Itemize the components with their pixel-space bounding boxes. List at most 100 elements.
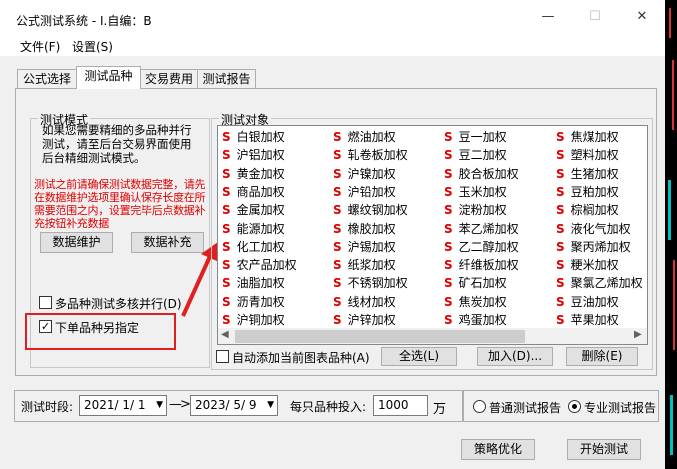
list-item-label: 沥青加权 xyxy=(236,294,285,309)
menu-bar: 文件(F) 设置(S) xyxy=(0,36,665,56)
list-item-label: 黄金加权 xyxy=(236,166,285,181)
list-item[interactable]: S 玉米加权 xyxy=(444,183,507,202)
annotation-highlight-box xyxy=(25,313,176,350)
menu-settings[interactable]: 设置(S) xyxy=(72,38,113,55)
list-item[interactable]: S 豆二加权 xyxy=(444,146,507,165)
chart-strip xyxy=(665,0,677,469)
add-button[interactable]: 加入(D)... xyxy=(477,347,553,366)
list-item[interactable]: S 苯乙烯加权 xyxy=(444,220,519,239)
list-item[interactable]: S 聚氯乙烯加权 xyxy=(556,274,643,293)
tab-formula-select[interactable]: 公式选择 xyxy=(17,69,77,88)
stock-type-badge: S xyxy=(556,221,565,236)
stock-type-badge: S xyxy=(556,313,565,327)
list-item[interactable]: S 沪铅加权 xyxy=(333,183,396,202)
list-item[interactable]: S 螺纹钢加权 xyxy=(333,201,408,220)
scroll-right-icon[interactable]: ▶ xyxy=(634,329,642,340)
list-item[interactable]: S 沪镍加权 xyxy=(333,165,396,184)
invest-amount-input[interactable]: 1000 xyxy=(373,395,428,416)
list-item[interactable]: S 化工加权 xyxy=(222,238,285,257)
auto-add-checkbox[interactable] xyxy=(216,350,229,363)
list-item[interactable]: S 商品加权 xyxy=(222,183,285,202)
list-item[interactable]: S 白银加权 xyxy=(222,128,285,147)
list-item[interactable]: S 焦炭加权 xyxy=(444,293,507,312)
list-item[interactable]: S 豆粕加权 xyxy=(556,183,619,202)
list-item[interactable]: S 塑料加权 xyxy=(556,146,619,165)
period-label: 测试时段: xyxy=(21,400,74,414)
pro-report-radio[interactable] xyxy=(568,400,581,413)
normal-report-radio[interactable] xyxy=(473,400,486,413)
list-item[interactable]: S 棕榈加权 xyxy=(556,201,619,220)
list-item[interactable]: S 粳米加权 xyxy=(556,256,619,275)
list-item-label: 淀粉加权 xyxy=(458,203,507,218)
list-item[interactable]: S 胶合板加权 xyxy=(444,165,519,184)
select-all-button[interactable]: 全选(L) xyxy=(381,347,457,366)
list-item[interactable]: S 油脂加权 xyxy=(222,274,285,293)
list-item[interactable]: S 沪铝加权 xyxy=(222,146,285,165)
menu-file[interactable]: 文件(F) xyxy=(20,38,60,55)
list-item-label: 白银加权 xyxy=(236,130,285,144)
tab-test-report[interactable]: 测试报告 xyxy=(197,69,256,88)
list-item[interactable]: S 生猪加权 xyxy=(556,165,619,184)
list-item[interactable]: S 纸浆加权 xyxy=(333,256,396,275)
list-item[interactable]: S 沥青加权 xyxy=(222,293,285,312)
end-date-picker[interactable]: 2023/ 5/ 9 ▼ xyxy=(190,395,278,416)
stock-type-badge: S xyxy=(333,166,342,181)
start-test-button[interactable]: 开始测试 xyxy=(567,439,641,460)
scroll-left-icon[interactable]: ◀ xyxy=(221,329,229,340)
maximize-button[interactable]: ☐ xyxy=(585,8,605,26)
scrollbar-thumb[interactable] xyxy=(235,330,525,343)
stock-type-badge: S xyxy=(333,221,342,236)
stock-type-badge: S xyxy=(333,258,342,273)
list-item-label: 不锈钢加权 xyxy=(347,276,408,291)
list-item-label: 胶合板加权 xyxy=(458,166,519,181)
horizontal-scrollbar[interactable]: ◀ ▶ xyxy=(218,328,647,344)
list-item[interactable]: S 不锈钢加权 xyxy=(333,274,408,293)
list-item[interactable]: S 豆一加权 xyxy=(444,128,507,147)
tab-trading-fees[interactable]: 交易费用 xyxy=(140,69,198,88)
list-item-label: 粳米加权 xyxy=(570,258,619,273)
tab-test-varieties[interactable]: 测试品种 xyxy=(76,66,141,89)
list-item-label: 玉米加权 xyxy=(458,184,507,199)
list-item-label: 沪镍加权 xyxy=(347,166,396,181)
list-item-label: 沪铝加权 xyxy=(236,148,285,163)
stock-type-badge: S xyxy=(222,276,231,291)
list-item[interactable]: S 沪锡加权 xyxy=(333,238,396,257)
list-item[interactable]: S 能源加权 xyxy=(222,220,285,239)
close-button[interactable]: ✕ xyxy=(632,8,652,26)
list-item[interactable]: S 乙二醇加权 xyxy=(444,238,519,257)
list-item[interactable]: S 淀粉加权 xyxy=(444,201,507,220)
stock-type-badge: S xyxy=(222,203,231,218)
list-item[interactable]: S 橡胶加权 xyxy=(333,220,396,239)
chevron-down-icon[interactable]: ▼ xyxy=(156,396,163,415)
start-date-picker[interactable]: 2021/ 1/ 1 ▼ xyxy=(79,395,167,416)
stock-type-badge: S xyxy=(333,239,342,254)
list-item[interactable]: S 轧卷板加权 xyxy=(333,146,408,165)
test-objects-list[interactable]: S 白银加权 S 沪铝加权 S 黄金加权 S 商品加权 S 金属加权 S 能源加权 S 化工加权 S 农产品加… xyxy=(217,125,648,345)
list-item[interactable]: S 纤维板加权 xyxy=(444,256,519,275)
list-item[interactable]: S 焦煤加权 xyxy=(556,128,619,147)
list-item-label: 乙二醇加权 xyxy=(458,239,519,254)
list-item[interactable]: S 燃油加权 xyxy=(333,128,396,147)
list-item[interactable]: S 黄金加权 xyxy=(222,165,285,184)
stock-type-badge: S xyxy=(444,313,453,327)
stock-type-badge: S xyxy=(333,184,342,199)
chevron-down-icon[interactable]: ▼ xyxy=(267,396,274,415)
list-item[interactable]: S 矿石加权 xyxy=(444,274,507,293)
stock-type-badge: S xyxy=(444,130,453,144)
stock-type-badge: S xyxy=(556,130,565,144)
multicore-checkbox[interactable] xyxy=(39,296,52,309)
list-item[interactable]: S 聚丙烯加权 xyxy=(556,238,631,257)
list-item[interactable]: S 豆油加权 xyxy=(556,293,619,312)
delete-button[interactable]: 删除(E) xyxy=(566,347,638,366)
list-item[interactable]: S 液化气加权 xyxy=(556,220,631,239)
list-item-label: 苹果加权 xyxy=(570,313,619,327)
data-maintain-button[interactable]: 数据维护 xyxy=(40,232,113,253)
minimize-button[interactable]: — xyxy=(538,8,558,26)
list-item-label: 燃油加权 xyxy=(347,130,396,144)
list-item-label: 沪锡加权 xyxy=(347,239,396,254)
start-date-value: 2021/ 1/ 1 xyxy=(84,398,146,412)
list-item[interactable]: S 线材加权 xyxy=(333,293,396,312)
list-item[interactable]: S 农产品加权 xyxy=(222,256,297,275)
list-item[interactable]: S 金属加权 xyxy=(222,201,285,220)
strategy-optimize-button[interactable]: 策略优化 xyxy=(461,439,535,460)
